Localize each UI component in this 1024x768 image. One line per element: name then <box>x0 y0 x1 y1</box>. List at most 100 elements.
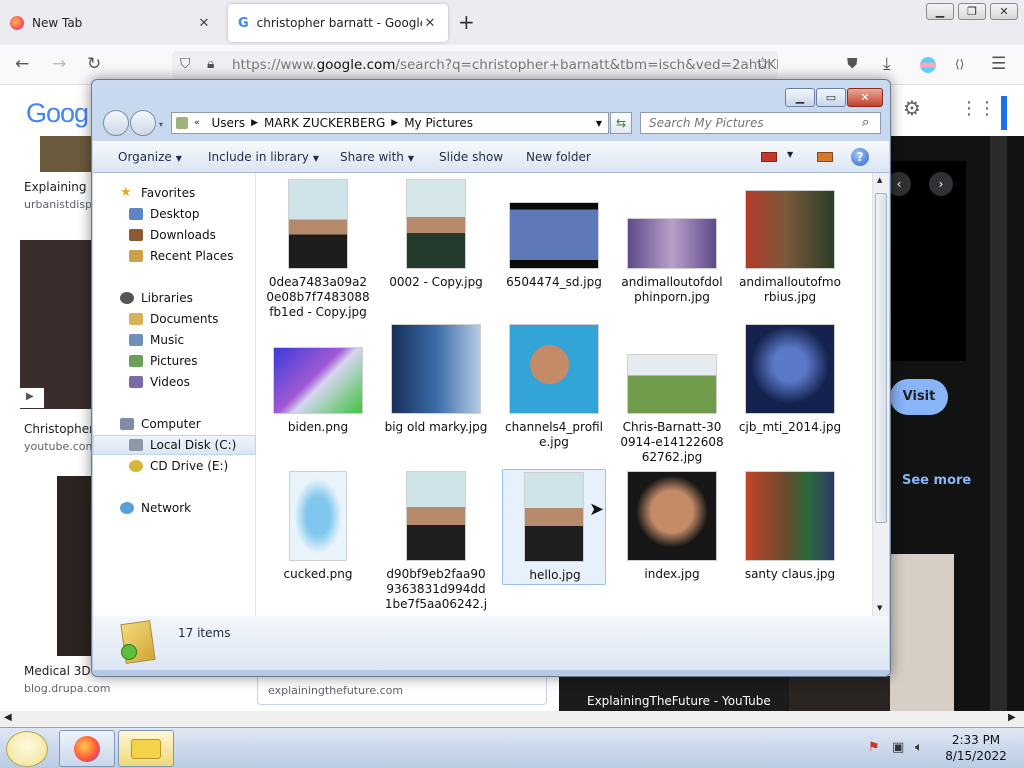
result-title[interactable]: ExplainingTheFuture - YouTube <box>587 694 771 708</box>
result-card-dark[interactable]: ExplainingTheFuture - YouTube <box>559 672 789 711</box>
file-item[interactable]: channels4_profile.jpg <box>502 324 606 468</box>
new-tab-button[interactable]: + <box>458 10 475 34</box>
network-tray-icon[interactable]: ▣ <box>892 740 904 755</box>
nav-favorites[interactable]: ★ Favorites <box>93 183 256 203</box>
nav-computer[interactable]: Computer <box>93 414 256 434</box>
close-tab-icon[interactable]: ✕ <box>196 16 212 31</box>
nav-desktop[interactable]: Desktop <box>93 204 256 224</box>
scrollbar-thumb[interactable] <box>875 193 887 523</box>
result-thumbnail[interactable] <box>40 136 92 172</box>
address-dropdown-icon[interactable]: ▼ <box>596 119 602 128</box>
scroll-up-icon[interactable]: ▲ <box>877 176 882 184</box>
explorer-back-button[interactable] <box>103 110 129 136</box>
nav-pictures[interactable]: Pictures <box>93 351 256 371</box>
nav-documents[interactable]: Documents <box>93 309 256 329</box>
scroll-left-icon[interactable]: ◀ <box>4 712 12 723</box>
result-source[interactable]: youtube.com <box>24 440 96 453</box>
file-item[interactable]: biden.png <box>266 324 370 468</box>
file-item[interactable]: index.jpg <box>620 471 724 615</box>
close-window-button[interactable]: ✕ <box>990 3 1018 20</box>
file-item[interactable]: 0002 - Copy.jpg <box>384 177 488 321</box>
back-arrow-icon[interactable]: ← <box>15 54 29 74</box>
breadcrumb-my-pictures[interactable]: My Pictures <box>404 116 473 130</box>
breadcrumb-user-folder[interactable]: MARK ZUCKERBERG <box>264 116 385 130</box>
reload-icon[interactable]: ↻ <box>87 54 101 74</box>
file-item[interactable]: 0dea7483a09a20e08b7f7483088fb1ed - Copy.… <box>266 177 370 321</box>
change-view-icon[interactable] <box>761 152 777 162</box>
include-in-library-button[interactable]: Include in library ▼ <box>208 150 319 164</box>
taskbar-firefox[interactable] <box>59 730 115 767</box>
play-icon[interactable]: ▶ <box>20 388 44 408</box>
nav-local-disk[interactable]: Local Disk (C:) <box>93 435 256 455</box>
minimize-window-button[interactable]: ▁ <box>926 3 954 20</box>
volume-icon[interactable]: 🔈︎ <box>915 740 923 755</box>
new-folder-button[interactable]: New folder <box>526 150 591 164</box>
search-input[interactable] <box>640 112 881 134</box>
file-item-selected[interactable]: hello.jpg <box>502 469 606 585</box>
file-item[interactable]: d90bf9eb2faa909363831d994dd1be7f5aa06242… <box>384 471 488 616</box>
result-title[interactable]: Medical 3D <box>24 664 91 678</box>
action-center-flag-icon[interactable]: ⚑ <box>868 740 880 755</box>
file-item[interactable]: andimalloutofdolphinporn.jpg <box>620 177 724 321</box>
scroll-right-icon[interactable]: ▶ <box>1008 712 1016 723</box>
result-thumbnail[interactable] <box>20 240 92 409</box>
result-thumbnail[interactable] <box>57 476 92 656</box>
refresh-button[interactable]: ⇆ <box>610 112 632 134</box>
search-icon[interactable]: ⌕ <box>862 115 869 130</box>
extensions-icon[interactable]: ⟨⟩ <box>955 57 964 71</box>
result-source[interactable]: urbanistdispa <box>24 198 99 211</box>
result-source[interactable]: blog.drupa.com <box>24 682 110 695</box>
result-title[interactable]: Christopher <box>24 422 94 436</box>
tab-new-tab[interactable]: New Tab ✕ <box>0 4 222 42</box>
organize-button[interactable]: Organize ▼ <box>118 150 182 164</box>
lock-icon[interactable]: 🔒︎ <box>207 56 214 72</box>
taskbar-explorer[interactable] <box>118 730 174 767</box>
explorer-close-button[interactable]: ✕ <box>847 88 883 107</box>
tab-google-search[interactable]: G christopher barnatt - Google Se ✕ <box>228 4 448 42</box>
breadcrumb-arrow-icon[interactable]: ▶ <box>391 118 398 128</box>
menu-hamburger-icon[interactable]: ☰ <box>991 54 1006 74</box>
explorer-forward-button[interactable] <box>130 110 156 136</box>
preview-pane-icon[interactable] <box>817 152 833 162</box>
result-thumbnail[interactable] <box>789 676 890 711</box>
nav-videos[interactable]: Videos <box>93 372 256 392</box>
url-bar[interactable]: https://www. google.com/search?q=christop… <box>172 51 778 79</box>
apps-grid-icon[interactable]: ⋮⋮ <box>960 98 996 119</box>
taskbar-clock[interactable]: 2:33 PM 8/15/2022 <box>940 732 1012 764</box>
pocket-icon[interactable]: ⛊ <box>847 56 858 72</box>
result-title[interactable]: Explaining F <box>24 180 97 194</box>
nav-recent-places[interactable]: Recent Places <box>93 246 256 266</box>
preview-scrollbar[interactable] <box>990 136 1007 711</box>
help-icon[interactable]: ? <box>851 148 869 166</box>
file-item[interactable]: big old marky.jpg <box>384 324 488 468</box>
file-item[interactable]: cucked.png <box>266 471 370 615</box>
preview-next-icon[interactable]: › <box>929 172 953 196</box>
settings-gear-icon[interactable]: ⚙ <box>903 96 921 120</box>
bookmark-star-icon[interactable]: ☆ <box>755 54 770 74</box>
file-item[interactable]: cjb_mti_2014.jpg <box>738 324 842 468</box>
recent-pages-icon[interactable]: ▾ <box>159 120 163 129</box>
breadcrumb-arrow-icon[interactable]: ▶ <box>251 118 258 128</box>
scroll-down-icon[interactable]: ▼ <box>877 604 882 612</box>
nav-network[interactable]: Network <box>93 498 256 518</box>
slide-show-button[interactable]: Slide show <box>439 150 503 164</box>
result-source[interactable]: explainingthefuture.com <box>268 684 403 697</box>
share-with-button[interactable]: Share with ▼ <box>340 150 414 164</box>
nav-music[interactable]: Music <box>93 330 256 350</box>
nav-cd-drive[interactable]: CD Drive (E:) <box>93 456 256 476</box>
preview-image[interactable] <box>890 554 954 711</box>
breadcrumb-users[interactable]: Users <box>212 116 246 130</box>
file-item[interactable]: 6504474_sd.jpg <box>502 177 606 321</box>
horizontal-scrollbar[interactable]: ◀ ▶ <box>0 711 1024 727</box>
file-item[interactable]: Chris-Barnatt-300914-e1412260862762.jpg <box>620 324 724 468</box>
visit-button[interactable]: Visit <box>890 379 948 415</box>
file-item[interactable]: santy claus.jpg <box>738 471 842 615</box>
downloads-icon[interactable]: ⤓ <box>883 54 891 74</box>
maximize-window-button[interactable]: ❐ <box>958 3 986 20</box>
explorer-minimize-button[interactable]: ▁ <box>785 88 815 107</box>
address-bar[interactable]: « Users ▶ MARK ZUCKERBERG ▶ My Pictures … <box>171 112 609 134</box>
chevron-down-icon[interactable]: ▼ <box>787 150 793 159</box>
file-grid-scrollbar[interactable]: ▲ ▼ <box>872 173 889 616</box>
forward-arrow-icon[interactable]: → <box>52 54 66 74</box>
close-tab-icon[interactable]: ✕ <box>422 16 438 31</box>
